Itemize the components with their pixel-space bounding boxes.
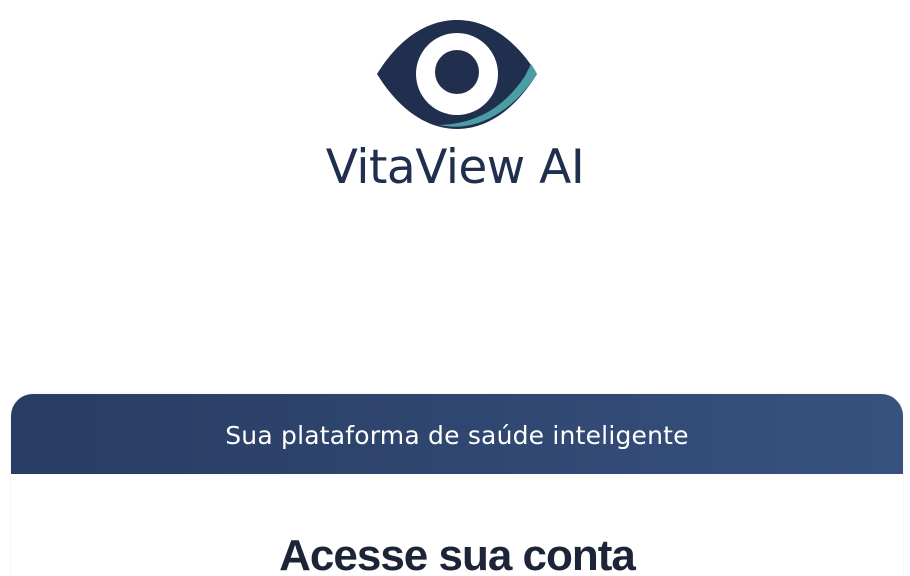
brand-name: VitaView AI xyxy=(325,140,585,195)
eye-icon xyxy=(377,20,537,129)
page-title: Acesse sua conta xyxy=(279,531,636,576)
brand-logo: VitaView AI xyxy=(0,0,910,220)
card-header: Sua plataforma de saúde inteligente xyxy=(11,394,903,474)
login-page: VitaView AI Sua plataforma de saúde inte… xyxy=(0,0,910,576)
card-body: Acesse sua conta xyxy=(11,474,903,576)
login-card: Sua plataforma de saúde inteligente Aces… xyxy=(11,394,903,576)
tagline: Sua plataforma de saúde inteligente xyxy=(225,421,689,450)
